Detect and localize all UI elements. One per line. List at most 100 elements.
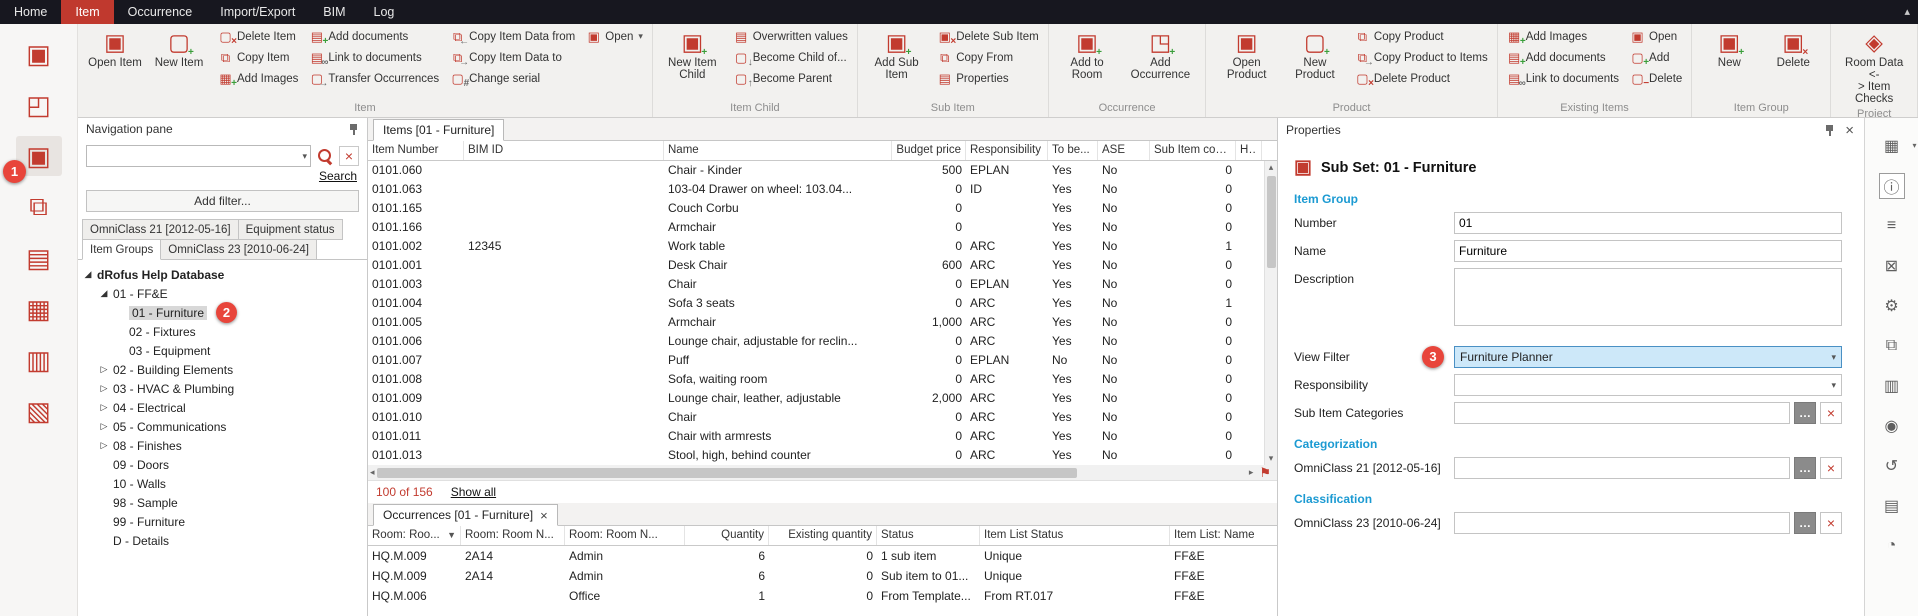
browse-button[interactable]: … [1794,402,1816,424]
collapse-ribbon-icon[interactable]: ▴ [1904,5,1910,18]
properties-button[interactable]: ▤Properties [934,69,1041,88]
browse-button[interactable]: … [1794,457,1816,479]
tree-item-05-communications[interactable]: ▷05 - Communications [78,417,367,436]
omniclass23-input[interactable] [1454,512,1790,534]
camera-rail-button[interactable]: ◉ [1879,413,1905,439]
delete-item-button[interactable]: ▢×Delete Item [215,27,301,46]
blocks-rail-button[interactable]: ▦ [16,289,62,329]
delete-button[interactable]: ▢−Delete [1627,69,1685,88]
expander-icon[interactable]: ◢ [98,288,110,299]
scroll-right-icon[interactable]: ▸ [1249,466,1254,479]
occurrence-row[interactable]: HQ.M.0092A14Admin601 sub itemUniqueFF&E [368,546,1277,566]
copy-item-data-to-button[interactable]: ⧉→Copy Item Data to [447,48,578,67]
gear-rail-button[interactable]: ⚙ [1879,293,1905,319]
expander-icon[interactable]: ▷ [98,383,110,394]
new-product-button[interactable]: ▢+New Product [1283,27,1347,83]
occurrence-row[interactable]: HQ.M.0092A14Admin60Sub item to 01...Uniq… [368,566,1277,586]
omniclass21-input[interactable] [1454,457,1790,479]
scroll-up-icon[interactable]: ▴ [1269,161,1274,174]
occurrence-row[interactable]: HQ.M.006Office10From Template...From RT.… [368,586,1277,606]
clear-field-icon[interactable]: × [1820,402,1842,424]
search-link[interactable]: Search [319,169,357,183]
close-panel-icon[interactable]: × [1845,123,1854,138]
document-rail-button[interactable]: ▤ [16,238,62,278]
box-rail-button[interactable]: ▣ [16,34,62,74]
document-rail-button[interactable]: ▤ [1879,493,1905,519]
menu-item-import-export[interactable]: Import/Export [206,0,309,24]
linked-boxes-rail-button[interactable]: ⧉ [16,187,62,227]
show-all-link[interactable]: Show all [451,485,496,499]
close-tab-icon[interactable]: × [540,509,548,522]
items-table-row[interactable]: 0101.008Sofa, waiting room0ARCYesNo0 [368,370,1277,389]
tree-item-01-furniture[interactable]: 01 - Furniture2 [78,303,367,322]
description-input[interactable] [1454,268,1842,326]
items-table-row[interactable]: 0101.006Lounge chair, adjustable for rec… [368,332,1277,351]
menu-item-occurrence[interactable]: Occurrence [114,0,207,24]
items-table-row[interactable]: 0101.165Couch Corbu0YesNo0 [368,199,1277,218]
browse-button[interactable]: … [1794,512,1816,534]
view-filter-select[interactable]: Furniture Planner ▾ [1454,346,1842,368]
pin-icon[interactable] [348,123,359,136]
tree-item-03-equipment[interactable]: 03 - Equipment [78,341,367,360]
items-table-row[interactable]: 0101.063103-04 Drawer on wheel: 103.04..… [368,180,1277,199]
copy-item-button[interactable]: ⧉Copy Item [215,48,301,67]
change-serial-button[interactable]: ▢#Change serial [447,69,578,88]
expander-icon[interactable]: ▷ [98,402,110,413]
become-parent-button[interactable]: ▢↑Become Parent [731,69,851,88]
page-rail-button[interactable]: ▧ [16,391,62,431]
nav-tab-item-groups[interactable]: Item Groups [82,239,161,260]
items-table-row[interactable]: 0101.005Armchair1,000ARCYesNo0 [368,313,1277,332]
items-table-row[interactable]: 0101.166Armchair0YesNo0 [368,218,1277,237]
nav-tab-equipment-status[interactable]: Equipment status [238,219,343,240]
clear-field-icon[interactable]: × [1820,457,1842,479]
menu-item-bim[interactable]: BIM [309,0,359,24]
add-images-button[interactable]: ▦+Add Images [1504,27,1622,46]
items-table-row[interactable]: 0101.004Sofa 3 seats0ARCYesNo1 [368,294,1277,313]
name-input[interactable] [1454,240,1842,262]
box-open-rail-button[interactable]: ◰ [16,85,62,125]
items-table-row[interactable]: 0101.003Chair0EPLANYesNo0 [368,275,1277,294]
nav-tab-omniclass-23-2010-06-24[interactable]: OmniClass 23 [2010-06-24] [160,239,317,260]
history-rail-button[interactable]: ↺ [1879,453,1905,479]
add-sub-item-button[interactable]: ▣+Add Sub Item [864,27,929,83]
sub-item-categories-input[interactable] [1454,402,1790,424]
add-documents-button[interactable]: ▤+Add documents [1504,48,1622,67]
tree-item-99-furniture[interactable]: 99 - Furniture [78,512,367,531]
tree-item-03-hvac-plumbing[interactable]: ▷03 - HVAC & Plumbing [78,379,367,398]
items-table-row[interactable]: 0101.007Puff0EPLANNoNo0 [368,351,1277,370]
number-input[interactable] [1454,212,1842,234]
new-item-button[interactable]: ▢+New Item [148,27,210,71]
copy-product-button[interactable]: ⧉Copy Product [1352,27,1491,46]
add-occurrence-button[interactable]: ◳+Add Occurrence [1121,27,1199,83]
tree-item-01-ff-e[interactable]: ◢01 - FF&E [78,284,367,303]
expander-icon[interactable]: ▷ [98,364,110,375]
chevron-down-icon[interactable]: ▾ [299,151,310,162]
link-to-documents-button[interactable]: ▤∞Link to documents [306,48,442,67]
tab-occurrences[interactable]: Occurrences [01 - Furniture] × [373,504,558,526]
copy-item-data-from-button[interactable]: ⧉←Copy Item Data from [447,27,578,46]
tree-item-d-details[interactable]: D - Details [78,531,367,550]
add-images-button[interactable]: ▦+Add Images [215,69,301,88]
clear-field-icon[interactable]: × [1820,512,1842,534]
items-horizontal-scrollbar[interactable]: ◂ ▸ ⚑ [368,465,1277,481]
product-box-rail-button[interactable]: ⧉ [1879,333,1905,359]
search-input[interactable] [87,146,299,166]
flag-icon[interactable]: ⚑ [1259,465,1271,481]
scrollbar-thumb[interactable] [377,468,1077,478]
overwritten-values-button[interactable]: ▤Overwritten values [731,27,851,46]
open-product-button[interactable]: ▣Open Product [1212,27,1281,83]
add-filter-button[interactable]: Add filter... [86,190,359,212]
delete-sub-item-button[interactable]: ▣×Delete Sub Item [934,27,1041,46]
clear-search-icon[interactable]: × [339,146,359,166]
new-button[interactable]: ▣+New [1698,27,1760,71]
tree-item-10-walls[interactable]: 10 - Walls [78,474,367,493]
menu-item-log[interactable]: Log [360,0,409,24]
add-button[interactable]: ▢+Add [1627,48,1685,67]
clock-rail-button[interactable]: ◔ [1879,533,1905,559]
scroll-left-icon[interactable]: ◂ [370,466,375,479]
items-table-row[interactable]: 0101.011Chair with armrests0ARCYesNo0 [368,427,1277,446]
filter-icon[interactable]: ▼ [447,526,456,545]
delete-product-button[interactable]: ▢×Delete Product [1352,69,1491,88]
image-rail-button[interactable]: ▥ [1879,373,1905,399]
expander-icon[interactable]: ◢ [82,269,94,280]
